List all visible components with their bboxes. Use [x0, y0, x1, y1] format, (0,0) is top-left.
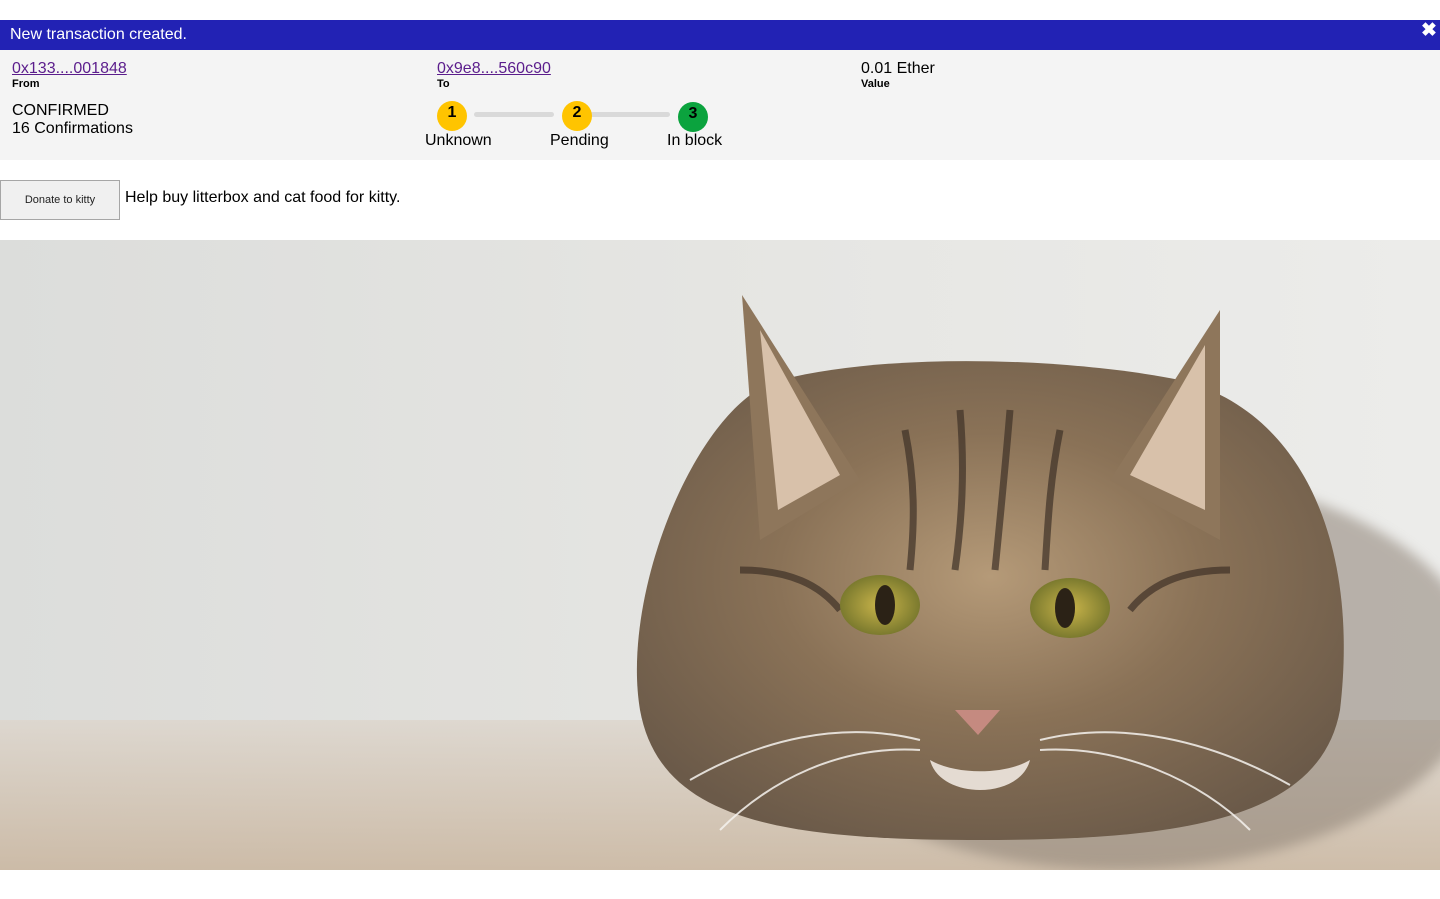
notification-message: New transaction created.	[10, 26, 187, 43]
from-address-link[interactable]: 0x133....001848	[12, 60, 127, 78]
status-text: CONFIRMED	[12, 102, 109, 119]
step-1-label: Unknown	[425, 132, 492, 149]
progress-connector	[590, 112, 670, 117]
from-label: From	[12, 78, 40, 90]
close-icon[interactable]: ✖	[1419, 21, 1439, 41]
donation-description: Help buy litterbox and cat food for kitt…	[125, 189, 401, 206]
value-label: Value	[861, 78, 890, 90]
confirmations-count: 16 Confirmations	[12, 120, 133, 137]
notification-bar: New transaction created. ✖	[0, 20, 1440, 50]
progress-connector	[474, 112, 554, 117]
step-3-label: In block	[667, 132, 723, 149]
step-3-circle: 3	[678, 102, 708, 132]
step-2-circle: 2	[562, 101, 592, 131]
donate-button[interactable]: Donate to kitty	[0, 180, 120, 220]
step-1-circle: 1	[437, 101, 467, 131]
step-2-label: Pending	[550, 132, 609, 149]
value-amount: 0.01 Ether	[861, 60, 935, 77]
to-label: To	[437, 78, 450, 90]
to-address-link[interactable]: 0x9e8....560c90	[437, 60, 551, 78]
cat-photo	[0, 240, 1440, 870]
transaction-panel: 0x133....001848 From 0x9e8....560c90 To …	[0, 50, 1440, 160]
